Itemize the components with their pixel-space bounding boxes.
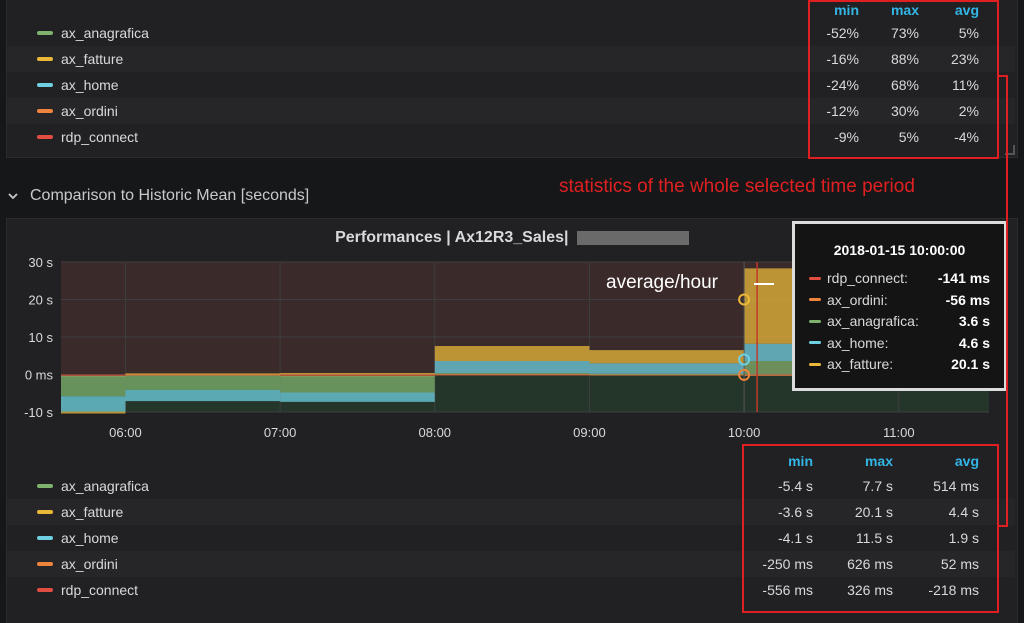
series-rdp_connect-segment: [61, 374, 126, 376]
series-rdp_connect-segment: [280, 374, 435, 376]
series-color-swatch[interactable]: [37, 536, 53, 540]
series-ax_home-segment: [280, 392, 435, 402]
tooltip-series-name: ax_anagrafica:: [827, 313, 919, 329]
series-color-swatch[interactable]: [37, 484, 53, 488]
tooltip-series-value: -141 ms: [937, 270, 990, 286]
tooltip-series-value: 4.6 s: [958, 334, 990, 351]
y-tick-label: 30 s: [28, 255, 53, 270]
stats-annotation: statistics of the whole selected time pe…: [559, 176, 915, 197]
series-color-swatch[interactable]: [37, 588, 53, 592]
x-tick-label: 10:00: [728, 425, 761, 440]
x-tick-label: 07:00: [264, 425, 297, 440]
series-name[interactable]: rdp_connect: [61, 582, 138, 598]
tooltip-row: ax_home: 4.6 s: [809, 333, 990, 353]
series-color-swatch: [809, 319, 821, 323]
series-color-swatch: [809, 362, 821, 366]
series-ax_fatture-segment: [589, 350, 745, 364]
x-tick-label: 09:00: [573, 425, 606, 440]
series-ax_anagrafica-segment: [434, 373, 590, 375]
tooltip-row: rdp_connect: -141 ms: [809, 268, 990, 288]
tooltip-row: ax_anagrafica: 3.6 s: [809, 311, 990, 331]
series-ax_home-segment: [434, 361, 590, 373]
series-ax_fatture-segment: [280, 373, 435, 375]
series-color-swatch: [809, 298, 821, 301]
tooltip-series-value: 3.6 s: [958, 313, 990, 329]
tooltip-series-name: ax_home:: [827, 334, 889, 351]
series-ax_fatture-segment: [434, 346, 590, 361]
tooltip-series-value: -56 ms: [945, 291, 990, 308]
y-tick-label: -10 s: [24, 405, 53, 420]
y-tick-label: 10 s: [28, 330, 53, 345]
tooltip-time: 2018-01-15 10:00:00: [833, 242, 966, 258]
tooltip-row: ax_ordini: -56 ms: [809, 290, 990, 310]
series-ax_fatture-segment: [61, 411, 126, 414]
x-tick-label: 11:00: [883, 425, 915, 440]
x-tick-label: 06:00: [109, 425, 142, 440]
series-name[interactable]: ax_home: [61, 530, 119, 546]
series-ax_fatture-segment: [125, 373, 281, 375]
series-ax_anagrafica-segment: [589, 373, 745, 375]
top-stats-highlight: [808, 0, 999, 159]
series-name[interactable]: ax_fatture: [61, 504, 123, 520]
series-ax_home-segment: [125, 389, 281, 402]
avg-annotation: average/hour: [606, 272, 718, 293]
series-ax_ordini-segment: [125, 374, 281, 376]
tooltip-series-value: 20.1 s: [951, 356, 990, 372]
tooltip-series-name: ax_ordini:: [827, 291, 888, 308]
series-ax_ordini-segment: [434, 374, 590, 376]
tooltip-series-name: rdp_connect:: [827, 270, 908, 286]
series-name[interactable]: ax_anagrafica: [61, 478, 149, 494]
series-ax_home-segment: [589, 363, 745, 374]
y-tick-label: 0 ms: [25, 368, 54, 383]
x-tick-label: 08:00: [419, 425, 452, 440]
series-color-swatch[interactable]: [37, 562, 53, 566]
series-color-swatch: [809, 276, 821, 280]
series-name[interactable]: ax_ordini: [61, 556, 118, 572]
series-ax_anagrafica-segment: [280, 376, 435, 393]
bottom-stats-highlight: [742, 444, 999, 613]
y-tick-label: 20 s: [28, 293, 53, 308]
series-ax_anagrafica-segment: [61, 376, 126, 397]
series-ax_home-segment: [61, 396, 126, 412]
tooltip-row: ax_fatture: 20.1 s: [809, 354, 990, 374]
series-color-swatch[interactable]: [37, 510, 53, 514]
chart-tooltip: 2018-01-15 10:00:00 rdp_connect: -141 ms a…: [792, 221, 1007, 391]
series-color-swatch: [809, 341, 821, 344]
tooltip-series-name: ax_fatture:: [827, 356, 894, 372]
series-ax_anagrafica-segment: [125, 375, 281, 390]
